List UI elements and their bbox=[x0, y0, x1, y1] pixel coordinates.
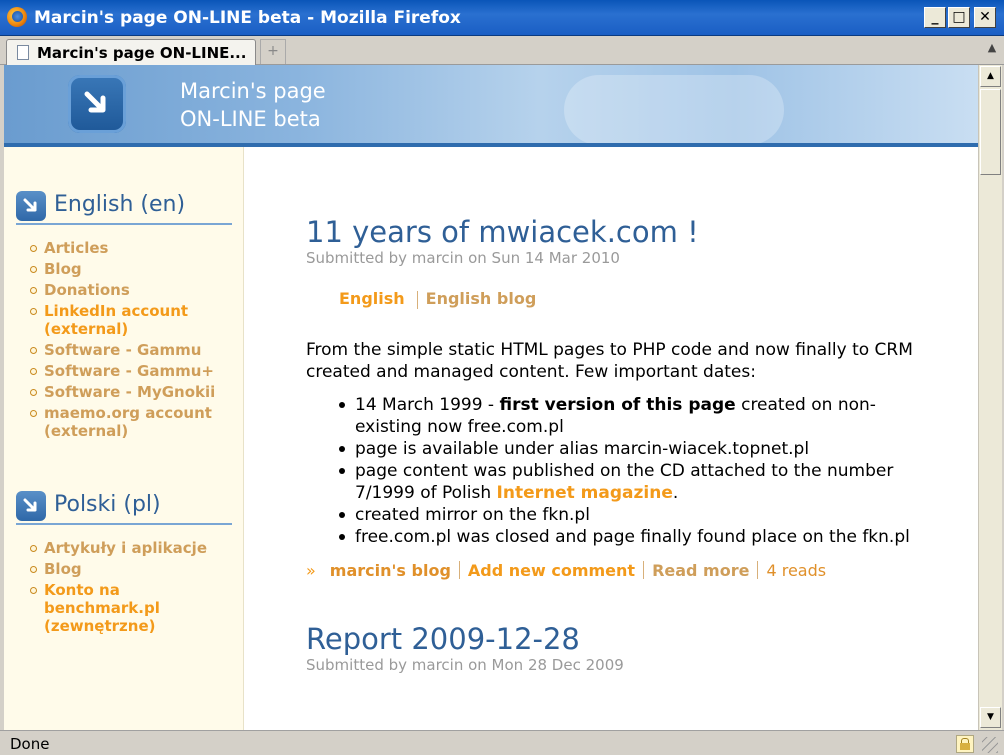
scroll-down-icon[interactable]: ▼ bbox=[980, 707, 1001, 728]
marcins-blog-link[interactable]: marcin's blog bbox=[330, 561, 451, 580]
raquo-icon: » bbox=[306, 560, 316, 580]
read-more-link[interactable]: Read more bbox=[652, 561, 749, 580]
sidebar-item-label[interactable]: Blog bbox=[44, 560, 82, 578]
sidebar-item-blog-pl[interactable]: Blog bbox=[30, 560, 232, 578]
page-icon bbox=[17, 45, 29, 60]
reads-count: 4 reads bbox=[766, 560, 827, 580]
window-titlebar: Marcin's page ON-LINE beta - Mozilla Fir… bbox=[0, 0, 1004, 36]
post: 11 years of mwiacek.com ! Submitted by m… bbox=[306, 215, 926, 580]
page-viewport: Marcin's page ON-LINE beta English (en) … bbox=[4, 65, 978, 730]
internet-magazine-link[interactable]: Internet magazine bbox=[497, 483, 673, 503]
main-content: 11 years of mwiacek.com ! Submitted by m… bbox=[306, 147, 926, 674]
sidebar-item-label[interactable]: Donations bbox=[44, 281, 130, 299]
link-divider bbox=[757, 561, 759, 579]
lock-icon[interactable] bbox=[956, 735, 974, 753]
status-bar: Done bbox=[0, 730, 1004, 755]
post-list: 14 March 1999 - first version of this pa… bbox=[338, 394, 926, 548]
site-name-line2: ON-LINE beta bbox=[180, 107, 321, 131]
post-intro: From the simple static HTML pages to PHP… bbox=[306, 339, 913, 382]
sidebar-item-maemo[interactable]: maemo.org account (external) bbox=[30, 404, 232, 440]
scroll-up-icon[interactable]: ▲ bbox=[980, 66, 1001, 87]
sidebar-item-label[interactable]: Konto na benchmark.pl (zewnętrzne) bbox=[44, 581, 160, 635]
close-button[interactable]: ✕ bbox=[974, 7, 996, 28]
list-item: free.com.pl was closed and page finally … bbox=[338, 526, 926, 548]
sidebar-item-benchmark[interactable]: Konto na benchmark.pl (zewnętrzne) bbox=[30, 581, 232, 635]
post-submitted: Submitted by marcin on Mon 28 Dec 2009 bbox=[306, 655, 624, 674]
block-title-text: English (en) bbox=[54, 192, 186, 217]
maximize-button[interactable]: □ bbox=[948, 7, 970, 28]
add-comment-link[interactable]: Add new comment bbox=[468, 561, 635, 580]
link-divider bbox=[643, 561, 645, 579]
block-title: English (en) bbox=[16, 189, 232, 225]
sidebar-item-label[interactable]: LinkedIn account (external) bbox=[44, 302, 188, 338]
sidebar-item-artykuly[interactable]: Artykuły i aplikacje bbox=[30, 539, 232, 557]
post-links: » marcin's blog Add new comment Read more 4 … bbox=[306, 560, 926, 580]
sidebar-item-label[interactable]: Artykuły i aplikacje bbox=[44, 539, 207, 557]
list-item: created mirror on the fkn.pl bbox=[338, 504, 926, 526]
post-title[interactable]: Report 2009-12-28 bbox=[306, 622, 926, 656]
link-divider bbox=[458, 561, 460, 579]
list-bold-text: first version of this page bbox=[499, 394, 736, 415]
sidebar-item-linkedin[interactable]: LinkedIn account (external) bbox=[30, 302, 232, 338]
arrow-down-right-icon[interactable] bbox=[68, 75, 126, 133]
post-title[interactable]: 11 years of mwiacek.com ! bbox=[306, 215, 926, 249]
sidebar: English (en) Articles Blog Donations Lin… bbox=[4, 147, 244, 730]
tab-bar: Marcin's page ON-LINE... + ▲ bbox=[0, 36, 1004, 65]
term-divider bbox=[416, 290, 418, 309]
site-header: Marcin's page ON-LINE beta bbox=[4, 65, 978, 147]
sidebar-item-gammu[interactable]: Software - Gammu bbox=[30, 341, 232, 359]
sidebar-menu: Articles Blog Donations LinkedIn account… bbox=[30, 239, 232, 440]
tab-scroll-icon[interactable]: ▲ bbox=[983, 41, 1001, 61]
block-title: Polski (pl) bbox=[16, 489, 232, 525]
post-submitted: Submitted by marcin on Sun 14 Mar 2010 bbox=[306, 249, 620, 267]
arrow-down-right-icon bbox=[16, 491, 46, 521]
sidebar-item-gammu-plus[interactable]: Software - Gammu+ bbox=[30, 362, 232, 380]
block-title-text: Polski (pl) bbox=[54, 492, 161, 517]
list-item: page is available under alias marcin-wia… bbox=[338, 438, 926, 460]
block-english: English (en) Articles Blog Donations Lin… bbox=[16, 189, 232, 443]
post: Report 2009-12-28 Submitted by marcin on… bbox=[306, 622, 926, 674]
arrow-down-right-icon bbox=[16, 191, 46, 221]
list-text: 14 March 1999 - bbox=[355, 394, 500, 415]
term-english-blog[interactable]: English blog bbox=[426, 289, 537, 308]
sidebar-item-blog[interactable]: Blog bbox=[30, 260, 232, 278]
list-item: 14 March 1999 - first version of this pa… bbox=[338, 394, 926, 438]
sidebar-item-label[interactable]: Articles bbox=[44, 239, 108, 257]
tab-marcins-page[interactable]: Marcin's page ON-LINE... bbox=[6, 39, 256, 65]
sidebar-menu: Artykuły i aplikacje Blog Konto na bench… bbox=[30, 539, 232, 635]
sidebar-item-mygnokii[interactable]: Software - MyGnokii bbox=[30, 383, 232, 401]
block-polski: Polski (pl) Artykuły i aplikacje Blog Ko… bbox=[16, 489, 232, 638]
sidebar-item-label[interactable]: Software - MyGnokii bbox=[44, 383, 215, 401]
site-name[interactable]: Marcin's page ON-LINE beta bbox=[180, 77, 326, 133]
minimize-button[interactable]: _ bbox=[924, 7, 946, 28]
term-english[interactable]: English bbox=[339, 289, 405, 308]
new-tab-button[interactable]: + bbox=[260, 39, 286, 64]
vertical-scrollbar[interactable]: ▲ ▼ bbox=[978, 65, 1002, 730]
window-title: Marcin's page ON-LINE beta - Mozilla Fir… bbox=[34, 8, 461, 28]
sidebar-item-label[interactable]: Blog bbox=[44, 260, 82, 278]
sidebar-item-label[interactable]: Software - Gammu bbox=[44, 341, 201, 359]
header-decoration bbox=[564, 75, 784, 145]
tab-label: Marcin's page ON-LINE... bbox=[37, 44, 247, 62]
resize-grip-icon[interactable] bbox=[982, 737, 998, 753]
list-item: page content was published on the CD att… bbox=[338, 460, 926, 504]
post-terms: English English blog bbox=[339, 289, 926, 309]
list-text: . bbox=[672, 482, 679, 503]
sidebar-item-label[interactable]: maemo.org account (external) bbox=[44, 404, 212, 440]
sidebar-item-articles[interactable]: Articles bbox=[30, 239, 232, 257]
status-text: Done bbox=[10, 735, 50, 753]
scroll-thumb[interactable] bbox=[980, 89, 1001, 175]
firefox-icon bbox=[7, 7, 27, 27]
sidebar-item-label[interactable]: Software - Gammu+ bbox=[44, 362, 214, 380]
site-name-line1: Marcin's page bbox=[180, 79, 326, 103]
sidebar-item-donations[interactable]: Donations bbox=[30, 281, 232, 299]
